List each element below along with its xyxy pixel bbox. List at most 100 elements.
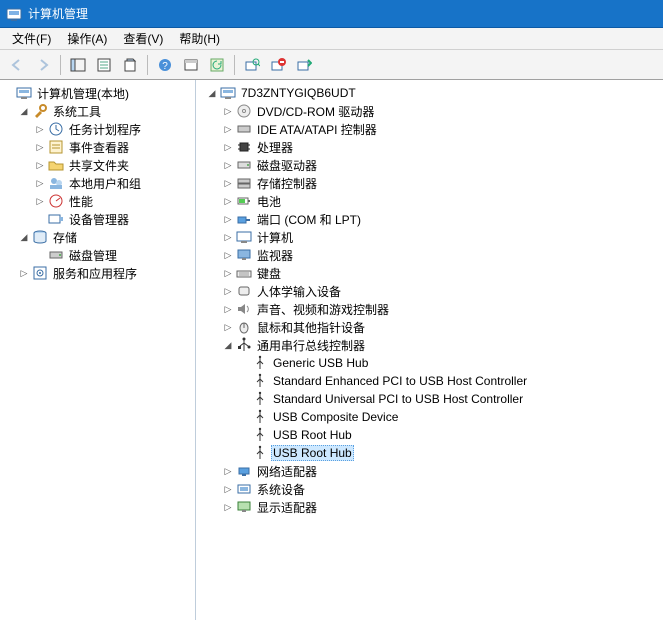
- cat-storage-ctrl[interactable]: ▷存储控制器: [220, 174, 663, 192]
- collapse-icon[interactable]: ◢: [206, 87, 218, 99]
- tree-label: 磁盘管理: [67, 247, 119, 264]
- expand-icon[interactable]: ▷: [222, 465, 234, 477]
- usb-device-icon: [252, 391, 268, 407]
- hdd-icon: [236, 157, 252, 173]
- expand-icon[interactable]: ▷: [222, 303, 234, 315]
- back-button[interactable]: [5, 53, 29, 77]
- export-button[interactable]: [118, 53, 142, 77]
- tree-services-apps[interactable]: ▷服务和应用程序: [16, 264, 195, 282]
- cat-keyboard[interactable]: ▷键盘: [220, 264, 663, 282]
- menu-view[interactable]: 查看(V): [115, 28, 171, 49]
- menu-help[interactable]: 帮助(H): [171, 28, 228, 49]
- dev-usb-universal[interactable]: Standard Universal PCI to USB Host Contr…: [236, 390, 663, 408]
- dev-generic-usb-hub[interactable]: Generic USB Hub: [236, 354, 663, 372]
- tree-label: 本地用户和组: [67, 175, 143, 192]
- cat-mouse[interactable]: ▷鼠标和其他指针设备: [220, 318, 663, 336]
- dev-usb-root-hub-1[interactable]: USB Root Hub: [236, 426, 663, 444]
- toolbar-sep: [234, 55, 235, 75]
- tree-shared-folders[interactable]: ▷共享文件夹: [32, 156, 195, 174]
- expand-icon[interactable]: ▷: [222, 483, 234, 495]
- scan-hardware-button[interactable]: [240, 53, 264, 77]
- expand-icon[interactable]: ▷: [222, 249, 234, 261]
- view-button[interactable]: [179, 53, 203, 77]
- tree-disk-mgmt[interactable]: 磁盘管理: [32, 246, 195, 264]
- dev-usb-root-hub-2[interactable]: USB Root Hub: [236, 444, 663, 462]
- dev-usb-enhanced[interactable]: Standard Enhanced PCI to USB Host Contro…: [236, 372, 663, 390]
- help-button[interactable]: ?: [153, 53, 177, 77]
- tree-storage[interactable]: ◢ 存储: [16, 228, 195, 246]
- cat-ide[interactable]: ▷IDE ATA/ATAPI 控制器: [220, 120, 663, 138]
- expand-icon[interactable]: ▷: [34, 123, 46, 135]
- services-icon: [32, 265, 48, 281]
- cat-computer[interactable]: ▷计算机: [220, 228, 663, 246]
- storage-ctrl-icon: [236, 175, 252, 191]
- tools-icon: [32, 103, 48, 119]
- cat-sys-devices[interactable]: ▷系统设备: [220, 480, 663, 498]
- cat-usb-controllers[interactable]: ◢通用串行总线控制器: [220, 336, 663, 354]
- expand-icon[interactable]: ▷: [34, 177, 46, 189]
- cat-net-adapters[interactable]: ▷网络适配器: [220, 462, 663, 480]
- expand-icon[interactable]: ▷: [222, 159, 234, 171]
- expand-icon[interactable]: ▷: [222, 267, 234, 279]
- cat-ports[interactable]: ▷端口 (COM 和 LPT): [220, 210, 663, 228]
- expand-icon[interactable]: ▷: [222, 123, 234, 135]
- cat-monitor[interactable]: ▷监视器: [220, 246, 663, 264]
- expand-icon[interactable]: ▷: [222, 195, 234, 207]
- collapse-icon[interactable]: ◢: [222, 339, 234, 351]
- device-root[interactable]: ◢7D3ZNTYGIQB6UDT: [204, 84, 663, 102]
- cat-display[interactable]: ▷ 显示适配器: [220, 498, 663, 516]
- tree-root[interactable]: 计算机管理(本地): [0, 84, 195, 102]
- disk-icon: [48, 247, 64, 263]
- show-hide-tree-button[interactable]: [66, 53, 90, 77]
- update-driver-button[interactable]: [292, 53, 316, 77]
- tree-label: 显示适配器: [255, 499, 319, 516]
- expand-icon[interactable]: ▷: [34, 159, 46, 171]
- expand-icon[interactable]: ▷: [222, 177, 234, 189]
- hid-icon: [236, 283, 252, 299]
- tree-system-tools[interactable]: ◢ 系统工具: [16, 102, 195, 120]
- port-icon: [236, 211, 252, 227]
- expand-icon[interactable]: ▷: [222, 105, 234, 117]
- cat-battery[interactable]: ▷电池: [220, 192, 663, 210]
- expand-icon[interactable]: ▷: [222, 285, 234, 297]
- disc-icon: [236, 103, 252, 119]
- cat-disk-drives[interactable]: ▷磁盘驱动器: [220, 156, 663, 174]
- tree-device-manager[interactable]: 设备管理器: [32, 210, 195, 228]
- collapse-icon[interactable]: ◢: [18, 231, 30, 243]
- battery-icon: [236, 193, 252, 209]
- expand-icon[interactable]: ▷: [34, 195, 46, 207]
- users-icon: [48, 175, 64, 191]
- right-pane: ◢7D3ZNTYGIQB6UDT ▷DVD/CD-ROM 驱动器 ▷IDE AT…: [196, 80, 663, 620]
- computer-icon: [220, 85, 236, 101]
- expand-icon[interactable]: ▷: [222, 213, 234, 225]
- usb-device-icon: [252, 373, 268, 389]
- expand-icon[interactable]: ▷: [222, 321, 234, 333]
- tree-task-scheduler[interactable]: ▷任务计划程序: [32, 120, 195, 138]
- sysdev-icon: [236, 481, 252, 497]
- cat-cpu[interactable]: ▷处理器: [220, 138, 663, 156]
- menu-file[interactable]: 文件(F): [4, 28, 59, 49]
- usb-device-icon: [252, 409, 268, 425]
- expand-icon[interactable]: ▷: [18, 267, 30, 279]
- expand-icon[interactable]: ▷: [222, 501, 234, 513]
- expand-icon[interactable]: ▷: [222, 141, 234, 153]
- refresh-button[interactable]: [205, 53, 229, 77]
- svg-text:?: ?: [162, 61, 168, 72]
- tree-local-users[interactable]: ▷ 本地用户和组: [32, 174, 195, 192]
- cat-hid[interactable]: ▷人体学输入设备: [220, 282, 663, 300]
- collapse-icon[interactable]: ◢: [18, 105, 30, 117]
- dev-usb-composite[interactable]: USB Composite Device: [236, 408, 663, 426]
- menu-action[interactable]: 操作(A): [59, 28, 115, 49]
- uninstall-button[interactable]: [266, 53, 290, 77]
- expand-icon[interactable]: ▷: [222, 231, 234, 243]
- forward-button[interactable]: [31, 53, 55, 77]
- menu-bar: 文件(F) 操作(A) 查看(V) 帮助(H): [0, 28, 663, 50]
- cat-dvd[interactable]: ▷DVD/CD-ROM 驱动器: [220, 102, 663, 120]
- expand-icon[interactable]: ▷: [34, 141, 46, 153]
- tree-label: 系统工具: [51, 103, 103, 120]
- properties-button[interactable]: [92, 53, 116, 77]
- cat-sound[interactable]: ▷声音、视频和游戏控制器: [220, 300, 663, 318]
- tree-performance[interactable]: ▷性能: [32, 192, 195, 210]
- tree-event-viewer[interactable]: ▷事件查看器: [32, 138, 195, 156]
- main-area: 计算机管理(本地) ◢ 系统工具 ▷任务计划程序 ▷事件查看器 ▷共享文件夹: [0, 80, 663, 620]
